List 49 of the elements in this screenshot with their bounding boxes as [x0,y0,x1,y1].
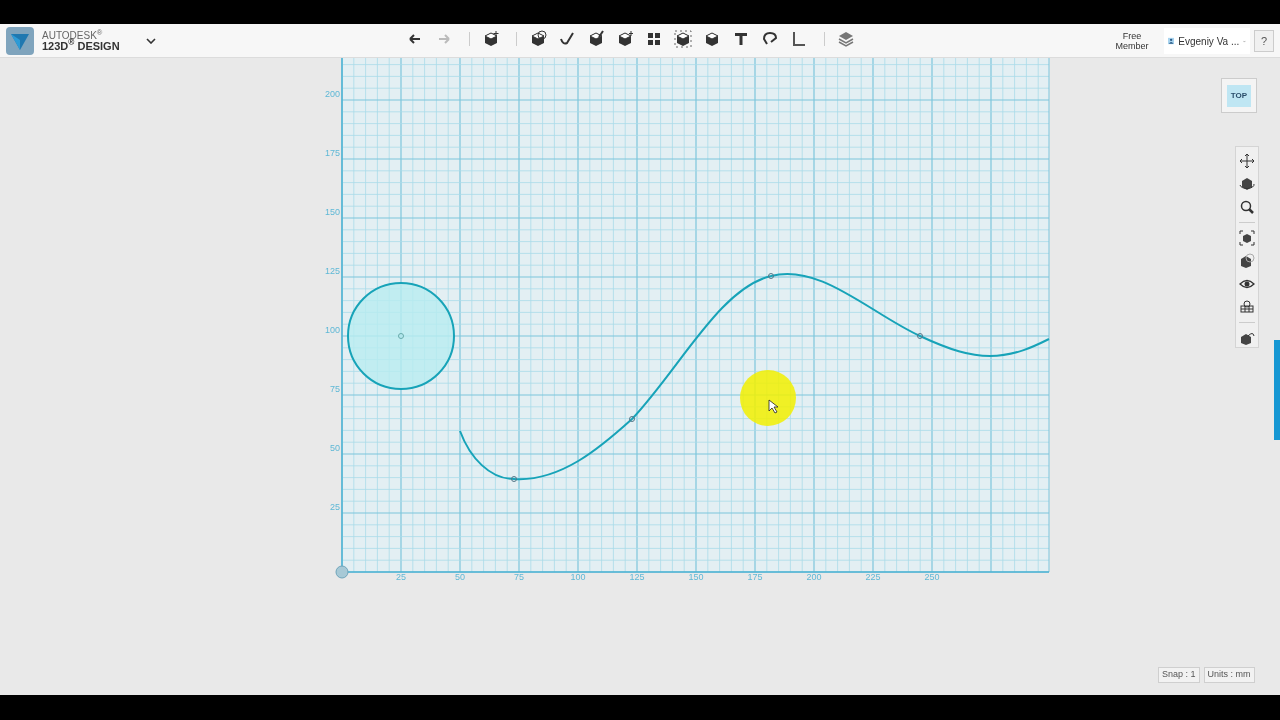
units-setting[interactable]: Units : mm [1203,667,1255,683]
axis-label: 175 [747,572,763,582]
view-cube-face[interactable]: TOP [1227,84,1251,107]
axis-label: 200 [806,572,822,582]
axis-label: 25 [330,502,340,512]
axis-label: 75 [514,572,524,582]
brand-name: AUTODESK$^{®}$ [42,29,104,41]
add-primitive-icon[interactable] [482,30,500,48]
cursor-icon [768,399,779,414]
user-name: Evgeniy Va ... [1178,34,1240,49]
axis-label: 50 [455,572,465,582]
axis-label: 150 [688,572,704,582]
product-name: 123D$^{®}$ DESIGN [42,40,120,52]
axis-label: 100 [324,325,340,335]
view-cube[interactable]: TOP [1221,78,1257,113]
measure-icon[interactable] [790,30,808,48]
zoom-icon[interactable] [1239,199,1255,215]
axis-label: 175 [324,148,340,158]
snap-setting[interactable]: Snap : 1 [1158,667,1200,683]
app-logo-icon[interactable] [6,26,34,55]
modify-icon[interactable] [616,30,634,48]
axis-label: 125 [629,572,645,582]
cursor-highlight [740,370,796,426]
axis-label: 200 [324,89,340,99]
axis-label: 225 [865,572,881,582]
sketch-circle[interactable] [347,282,455,390]
pan-icon[interactable] [1239,153,1255,169]
orbit-icon[interactable] [1239,176,1255,192]
axis-label: 50 [330,443,340,453]
axis-label: 100 [570,572,586,582]
material-view-icon[interactable] [1239,330,1255,346]
text-tool-icon[interactable] [732,30,750,48]
pattern-icon[interactable] [645,30,663,48]
axis-label: 150 [324,207,340,217]
primitives-icon[interactable] [529,30,547,48]
group-icon[interactable] [674,30,692,48]
axis-label: 75 [330,384,340,394]
axis-label: 250 [924,572,940,582]
combine-icon[interactable] [703,30,721,48]
help-button[interactable]: ? [1254,30,1274,52]
user-menu[interactable]: Evgeniy Va ... [1164,28,1250,54]
membership-label: Free Member [1114,31,1150,51]
grid-view-icon[interactable] [1239,299,1255,315]
axis-label: 125 [324,266,340,276]
view-mode-icon[interactable] [1239,253,1255,269]
material-icon[interactable] [837,30,855,48]
fit-icon[interactable] [1239,230,1255,246]
axis-label: 25 [396,572,406,582]
construct-icon[interactable] [587,30,605,48]
